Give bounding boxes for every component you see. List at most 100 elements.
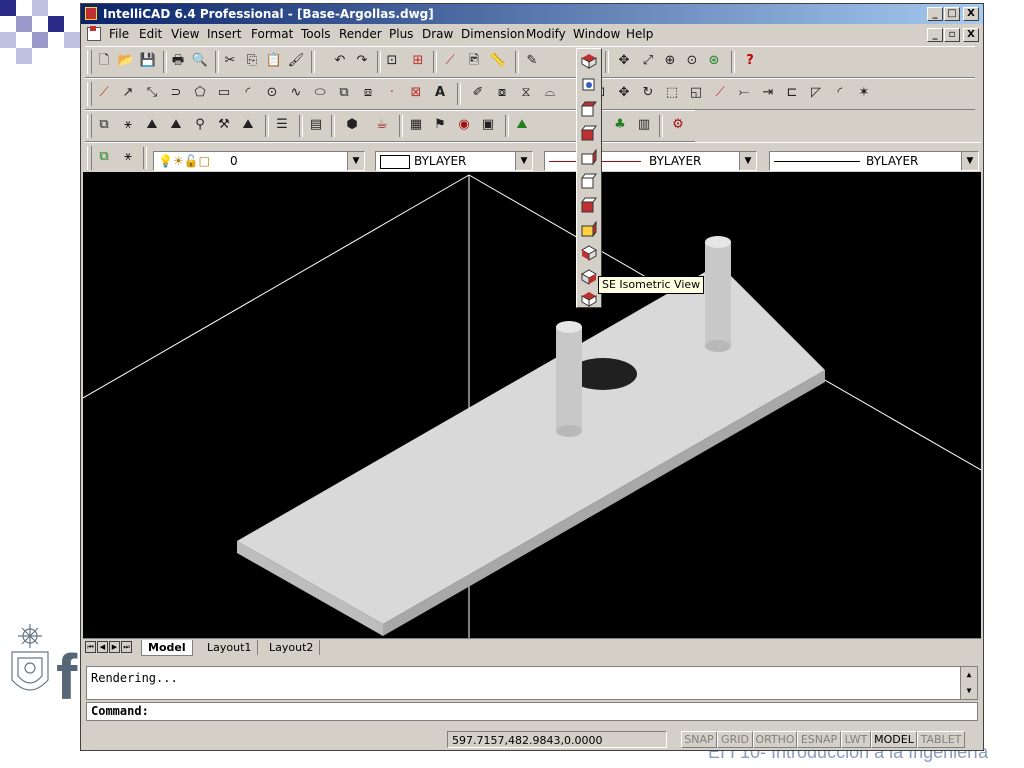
layer-properties-icon[interactable]: ⚹ [119, 148, 137, 166]
library-icon[interactable]: ▥ [635, 116, 653, 134]
move-icon[interactable]: ✥ [615, 84, 633, 102]
maximize-button[interactable]: □ [944, 7, 960, 21]
materials-icon[interactable]: ▦ [407, 116, 425, 134]
undo-icon[interactable]: ↶ [331, 52, 349, 70]
break-icon[interactable]: ⊏ [783, 84, 801, 102]
menu-insert[interactable]: Insert [207, 27, 241, 41]
menu-edit[interactable]: Edit [139, 27, 162, 41]
esnap-toggle[interactable]: ESNAP [797, 731, 841, 748]
left-view-icon[interactable] [581, 149, 597, 165]
ortho-toggle[interactable]: ORTHO [753, 731, 797, 748]
tablet-toggle[interactable]: TABLET [917, 731, 965, 748]
front-view-icon[interactable] [581, 197, 597, 213]
zoom-in-icon[interactable]: ⊕ [661, 52, 679, 70]
point-icon[interactable]: · [383, 84, 401, 102]
make-block-icon[interactable]: ⧈ [359, 84, 377, 102]
snap-toggle[interactable]: SNAP [681, 731, 717, 748]
paste-icon[interactable]: 📋 [265, 52, 283, 70]
chevron-down-icon[interactable]: ▼ [347, 152, 364, 170]
copy-icon[interactable]: ⎘ [243, 52, 261, 70]
menu-help[interactable]: Help [626, 27, 653, 41]
doc-close-button[interactable]: X [963, 28, 979, 42]
layer-freeze-icon[interactable]: ⛰ [143, 116, 161, 134]
menu-render[interactable]: Render [339, 27, 382, 41]
rectangle-icon[interactable]: ▭ [215, 84, 233, 102]
named-views-icon[interactable] [581, 77, 597, 93]
match-properties-icon[interactable]: 🖌 [287, 52, 305, 70]
layer-off-icon[interactable]: ⛰ [167, 116, 185, 134]
first-tab-button[interactable]: ⏮ [85, 641, 96, 653]
rotate-icon[interactable]: ↻ [639, 84, 657, 102]
fillet-icon[interactable]: ◜ [831, 84, 849, 102]
xline-icon[interactable]: ⤡ [143, 84, 161, 102]
chevron-down-icon[interactable]: ▼ [961, 152, 978, 170]
layer-make-current-icon[interactable]: ⧉ [95, 148, 113, 166]
menu-plus[interactable]: Plus [389, 27, 413, 41]
sw-isometric-icon[interactable] [581, 245, 597, 261]
erase-icon[interactable]: ✐ [469, 84, 487, 102]
drawing-viewport[interactable] [83, 172, 981, 638]
lineweight-combo[interactable]: BYLAYER ▼ [769, 151, 979, 171]
menu-file[interactable]: File [109, 27, 129, 41]
bottom-view-icon[interactable] [581, 125, 597, 141]
background-icon[interactable]: ▣ [479, 116, 497, 134]
chevron-down-icon[interactable]: ▼ [515, 152, 532, 170]
copy-object-icon[interactable]: ⧇ [493, 84, 511, 102]
explode-icon[interactable]: ✶ [855, 84, 873, 102]
polygon-icon[interactable]: ⬠ [191, 84, 209, 102]
menu-tools[interactable]: Tools [301, 27, 331, 41]
layer-previous-icon[interactable]: ⛰ [239, 116, 257, 134]
back-view-icon[interactable] [581, 221, 597, 237]
scene-icon[interactable]: ◉ [455, 116, 473, 134]
render-icon[interactable]: ⬢ [343, 116, 361, 134]
cut-icon[interactable]: ✂ [221, 52, 239, 70]
mirror-icon[interactable]: ⧖ [517, 84, 535, 102]
spline-icon[interactable]: ∿ [287, 84, 305, 102]
insert-block-icon[interactable]: ⧉ [335, 84, 353, 102]
open-folder-icon[interactable]: 📂 [117, 52, 135, 70]
grid-icon[interactable]: ⊞ [409, 52, 427, 70]
grid-toggle[interactable]: GRID [717, 731, 753, 748]
menu-dimension[interactable]: Dimension [461, 27, 525, 41]
menu-view[interactable]: View [171, 27, 199, 41]
polyline-icon[interactable]: ⊃ [167, 84, 185, 102]
properties-panel-icon[interactable]: ▤ [307, 116, 325, 134]
command-input[interactable]: Command: [86, 702, 978, 721]
tab-model[interactable]: Model [141, 640, 193, 656]
help-icon[interactable]: ? [741, 52, 759, 70]
line-tool-icon[interactable]: ⟋ [441, 52, 459, 70]
minimize-button[interactable]: _ [927, 7, 943, 21]
title-bar[interactable]: IntelliCAD 6.4 Professional - [Base-Argo… [81, 4, 983, 24]
doc-minimize-button[interactable]: _ [927, 28, 943, 42]
last-tab-button[interactable]: ⏭ [121, 641, 132, 653]
lengthen-icon[interactable]: ⟋ [711, 84, 729, 102]
ray-icon[interactable]: ↗ [119, 84, 137, 102]
redo-icon[interactable]: ↷ [353, 52, 371, 70]
lights-icon[interactable]: ⚑ [431, 116, 449, 134]
history-scrollbar[interactable]: ▲ ▼ [960, 667, 977, 699]
command-history[interactable]: Rendering... ▲ ▼ [86, 666, 978, 700]
image-icon[interactable]: 🖻 [465, 52, 483, 70]
layer-combo[interactable]: 💡☀🔓□ 0 ▼ [153, 151, 365, 171]
ne-isometric-icon[interactable] [581, 291, 597, 307]
extend-icon[interactable]: ⇥ [759, 84, 777, 102]
tab-layout1[interactable]: Layout1 [201, 640, 259, 655]
prev-tab-button[interactable]: ◀ [97, 641, 108, 653]
doc-restore-button[interactable]: ▫ [944, 28, 960, 42]
document-icon[interactable] [87, 26, 101, 41]
print-preview-icon[interactable]: 🔍 [191, 52, 209, 70]
layer-walk-icon[interactable]: ⚒ [215, 116, 233, 134]
zoom-extents-icon[interactable]: ⊛ [705, 52, 723, 70]
hatch-icon[interactable]: ⊠ [407, 84, 425, 102]
print-icon[interactable]: 🖶 [169, 52, 187, 70]
app-icon[interactable] [85, 7, 97, 20]
line-icon[interactable]: ⟋ [95, 84, 113, 102]
zoom-window-icon[interactable]: ⊙ [683, 52, 701, 70]
se-isometric-icon[interactable] [581, 269, 597, 285]
chamfer-icon[interactable]: ◸ [807, 84, 825, 102]
tab-layout2[interactable]: Layout2 [263, 640, 321, 655]
measure-icon[interactable]: 📏 [489, 52, 507, 70]
render-settings-icon[interactable]: ⚙ [669, 116, 687, 134]
arc-icon[interactable]: ◜ [239, 84, 257, 102]
view-cube-icon[interactable] [581, 53, 597, 69]
